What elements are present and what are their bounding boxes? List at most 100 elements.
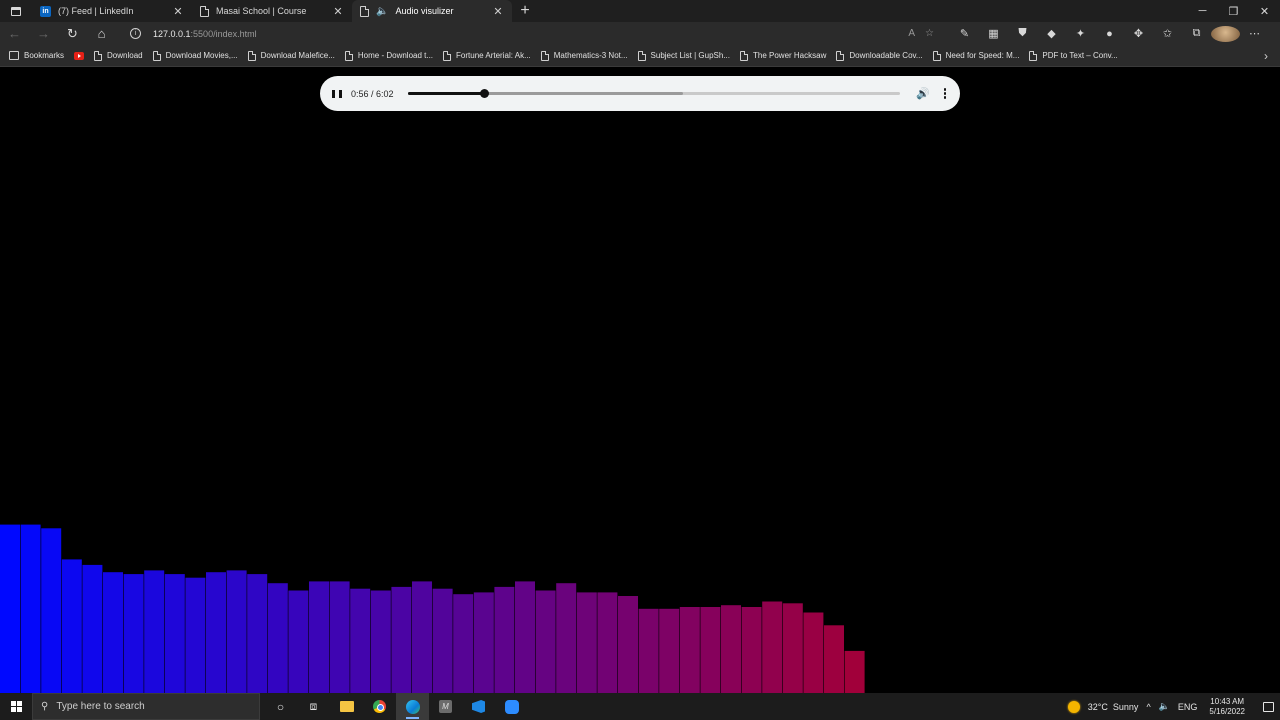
extension-icon[interactable]: ✦ — [1066, 27, 1095, 40]
collections-icon[interactable]: ⧉ — [1182, 27, 1211, 40]
cortana-button[interactable]: ○ — [264, 693, 297, 720]
close-tab-icon[interactable]: ✕ — [492, 5, 504, 18]
url-text[interactable]: 127.0.0.1:5500/index.html — [153, 29, 257, 39]
windows-taskbar: ⚲ Type here to search ○ ⧈ M 32°C Sunny ^… — [0, 693, 1280, 720]
visualizer-bar — [618, 596, 638, 693]
info-icon[interactable]: i — [130, 28, 141, 39]
volume-button[interactable]: 🔊 — [916, 87, 930, 100]
bookmark-item[interactable]: Downloadable Cov... — [836, 50, 923, 61]
back-button[interactable]: ← — [0, 22, 29, 45]
tab-label: Masai School | Course — [216, 6, 307, 16]
bookmark-item[interactable]: Fortune Arterial: Ak... — [443, 50, 531, 61]
language-indicator[interactable]: ENG — [1178, 702, 1198, 712]
page-icon — [540, 50, 549, 61]
bookmark-item[interactable]: Subject List | GupSh... — [637, 50, 730, 61]
close-tab-icon[interactable]: ✕ — [172, 5, 184, 18]
visualizer-bar — [659, 608, 680, 693]
forward-button[interactable]: → — [29, 22, 58, 45]
color-extension-icon[interactable]: ▦ — [979, 27, 1008, 40]
visualizer-bar — [473, 592, 494, 693]
close-window-icon[interactable]: ✕ — [1249, 0, 1280, 22]
visualizer-bar — [597, 592, 618, 693]
bookmark-label: Download Movies,... — [165, 51, 238, 60]
page-icon — [637, 50, 646, 61]
bookmark-label: Download — [107, 51, 143, 60]
page-icon — [932, 50, 941, 61]
visualizer-bar — [103, 572, 123, 693]
visualizer-bar — [803, 612, 824, 693]
read-aloud-icon[interactable]: A — [908, 28, 915, 39]
bookmark-item[interactable]: Mathematics-3 Not... — [540, 50, 628, 61]
chrome-button[interactable] — [363, 693, 396, 720]
notifications-icon[interactable] — [1263, 701, 1274, 712]
profile-button[interactable] — [1211, 25, 1240, 42]
speaker-icon[interactable]: 🔈 — [1159, 701, 1170, 712]
add-favorite-icon[interactable]: ☆ — [925, 28, 934, 39]
visualizer-bar — [267, 583, 288, 693]
restore-icon[interactable]: ❐ — [1218, 0, 1249, 22]
clock[interactable]: 10:43 AM 5/16/2022 — [1209, 697, 1245, 717]
favorites-icon[interactable]: ✩ — [1153, 27, 1182, 40]
visualizer-bar — [0, 524, 20, 693]
visualizer-bar — [206, 572, 226, 693]
clock-date: 5/16/2022 — [1209, 706, 1245, 716]
visualizer-bar — [391, 586, 412, 693]
bookmark-youtube[interactable] — [74, 51, 85, 60]
bookmarks-bar: Bookmarks Download Download Movies,... D… — [0, 45, 1280, 67]
minimize-icon[interactable]: ─ — [1187, 0, 1218, 22]
circle-extension-icon[interactable]: ● — [1095, 28, 1124, 40]
bookmark-item[interactable]: PDF to Text – Conv... — [1029, 50, 1118, 61]
visualizer-bar — [556, 583, 577, 693]
extensions-puzzle-icon[interactable]: ✥ — [1124, 27, 1153, 40]
visualizer-bar — [412, 581, 432, 693]
edge-button[interactable] — [396, 693, 429, 720]
player-options-button[interactable] — [942, 88, 948, 99]
tab-audio-visualizer[interactable]: 🔈 Audio visulizer ✕ — [352, 0, 512, 22]
seek-played — [407, 92, 484, 95]
bookmark-label: The Power Hacksaw — [753, 51, 827, 60]
bookmark-item[interactable]: Download Malefice... — [247, 50, 335, 61]
task-view-button[interactable]: ⧈ — [297, 693, 330, 720]
tab-actions-button[interactable] — [0, 0, 32, 22]
bookmark-item[interactable]: The Power Hacksaw — [740, 50, 827, 61]
bookmark-item[interactable]: Download Movies,... — [152, 50, 238, 61]
visualizer-bar — [576, 592, 597, 693]
system-tray: 32°C Sunny ^ 🔈 ENG 10:43 AM 5/16/2022 — [1067, 697, 1280, 717]
tab-audio-playing-icon[interactable]: 🔈 — [376, 6, 388, 17]
app-m-button[interactable]: M — [429, 693, 462, 720]
pen-extension-icon[interactable]: ✎ — [950, 27, 979, 40]
shield-extension-icon[interactable]: ⛊ — [1008, 27, 1037, 40]
tab-masai-school[interactable]: Masai School | Course ✕ — [192, 0, 352, 22]
bookmark-item[interactable]: Home - Download t... — [344, 50, 433, 61]
tab-linkedin[interactable]: in (7) Feed | LinkedIn ✕ — [32, 0, 192, 22]
taskbar-search-box[interactable]: ⚲ Type here to search — [32, 693, 260, 720]
new-tab-button[interactable]: + — [512, 0, 538, 22]
start-button[interactable] — [0, 693, 32, 720]
weather-text[interactable]: 32°C Sunny — [1088, 702, 1139, 712]
refresh-button[interactable]: ↻ — [58, 22, 87, 45]
sun-icon[interactable] — [1067, 700, 1080, 713]
more-menu-icon[interactable]: ⋯ — [1240, 27, 1269, 40]
visualizer-bar — [494, 586, 515, 693]
extension-icon[interactable]: ◆ — [1037, 27, 1066, 40]
chevron-up-icon[interactable]: ^ — [1146, 702, 1150, 712]
seek-thumb[interactable] — [479, 89, 489, 98]
bookmark-item[interactable]: Download — [94, 50, 143, 61]
window-controls: ─ ❐ ✕ — [1187, 0, 1280, 22]
pause-button[interactable] — [332, 89, 342, 99]
file-explorer-button[interactable] — [330, 693, 363, 720]
time-display: 0:56 / 6:02 — [350, 88, 394, 99]
visualizer-bar — [82, 564, 103, 693]
home-button[interactable]: ⌂ — [87, 22, 116, 45]
close-tab-icon[interactable]: ✕ — [332, 5, 344, 18]
bookmarks-overflow-chevron-icon[interactable]: › — [1264, 49, 1268, 63]
seek-bar[interactable] — [407, 89, 901, 98]
visualizer-bar — [762, 601, 783, 693]
vscode-button[interactable] — [462, 693, 495, 720]
visualizer-bar — [844, 650, 865, 693]
address-bar[interactable]: i 127.0.0.1:5500/index.html A ☆ — [122, 24, 940, 44]
bookmark-folder-bookmarks[interactable]: Bookmarks — [9, 51, 64, 60]
bookmark-label: PDF to Text – Conv... — [1042, 51, 1118, 60]
bookmark-item[interactable]: Need for Speed: M... — [932, 50, 1019, 61]
zoom-button[interactable] — [495, 693, 528, 720]
